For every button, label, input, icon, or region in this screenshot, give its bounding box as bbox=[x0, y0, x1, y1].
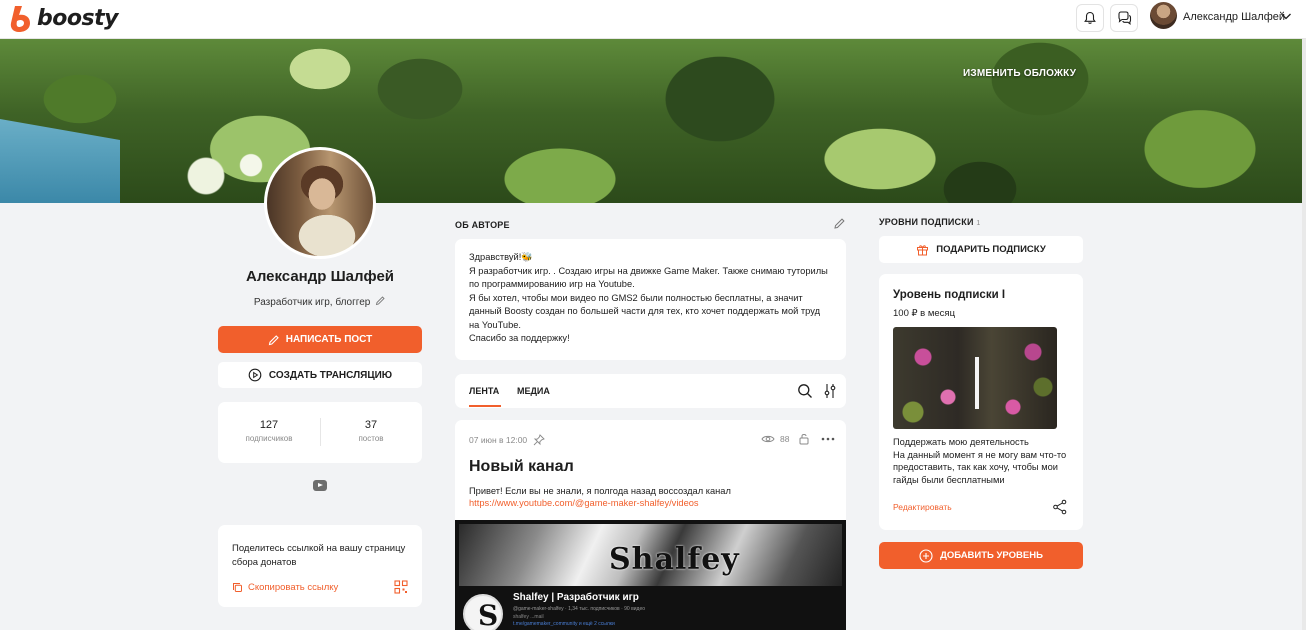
level-description: Поддержать мою деятельность На данный мо… bbox=[893, 436, 1073, 486]
channel-brand: Shalfey bbox=[609, 542, 740, 577]
boosty-logo[interactable]: boosty bbox=[8, 5, 118, 32]
qr-code-icon[interactable] bbox=[394, 580, 408, 594]
about-line-greeting: Здравствуй!🐝 bbox=[469, 252, 533, 262]
profile-stats: 127 подписчиков 37 постов bbox=[218, 402, 422, 463]
edit-pencil-icon[interactable] bbox=[375, 295, 386, 306]
post-date-text: 07 июн в 12:00 bbox=[469, 435, 528, 445]
copy-icon bbox=[233, 583, 242, 592]
profile-name: Александр Шалфей bbox=[245, 268, 395, 285]
gift-icon bbox=[917, 245, 929, 256]
channel-banner: Shalfey bbox=[459, 524, 842, 586]
chat-icon bbox=[1117, 11, 1131, 25]
profile-role: Разработчик игр, блоггер bbox=[218, 295, 422, 308]
logo-text: boosty bbox=[37, 6, 118, 31]
post-date: 07 июн в 12:00 bbox=[469, 434, 545, 446]
share-link-text: Поделитесь ссылкой на вашу страницу сбор… bbox=[232, 543, 406, 568]
subscribers-label: подписчиков bbox=[245, 434, 293, 443]
about-card: Здравствуй!🐝 Я разработчик игр. . Создаю… bbox=[455, 239, 846, 360]
bell-icon bbox=[1084, 11, 1096, 24]
gift-subscription-label: ПОДАРИТЬ ПОДПИСКУ bbox=[936, 244, 1046, 255]
gift-subscription-button[interactable]: ПОДАРИТЬ ПОДПИСКУ bbox=[879, 236, 1083, 263]
level-title: Уровень подписки I bbox=[893, 289, 1006, 301]
page-scrollbar[interactable] bbox=[1302, 39, 1306, 630]
post-title[interactable]: Новый канал bbox=[469, 458, 574, 476]
plus-circle-icon bbox=[919, 548, 933, 563]
search-icon[interactable] bbox=[797, 383, 813, 399]
level-desc-line-2: На данный момент я не могу вам что-то пр… bbox=[893, 449, 1067, 485]
post-text: Привет! Если вы не знали, я полгода наза… bbox=[469, 486, 731, 496]
about-line-purpose: Я бы хотел, чтобы мои видео по GMS2 были… bbox=[469, 292, 820, 330]
tab-feed[interactable]: ЛЕНТА bbox=[469, 386, 499, 396]
post-link[interactable]: https://www.youtube.com/@game-maker-shal… bbox=[469, 498, 699, 508]
profile-role-text: Разработчик игр, блоггер bbox=[253, 297, 371, 308]
channel-link: t.me/gamemaker_community и ещё 2 ссылки bbox=[513, 621, 615, 627]
profile-avatar[interactable] bbox=[264, 147, 376, 259]
tab-media[interactable]: МЕДИА bbox=[517, 386, 550, 396]
create-stream-label: СОЗДАТЬ ТРАНСЛЯЦИЮ bbox=[268, 369, 393, 381]
add-level-label: ДОБАВИТЬ УРОВЕНЬ bbox=[940, 550, 1043, 561]
level-image bbox=[893, 327, 1057, 429]
subscribers-count: 127 bbox=[259, 419, 279, 431]
edit-level-link[interactable]: Редактировать bbox=[893, 502, 952, 512]
copy-link-label: Скопировать ссылку bbox=[248, 582, 339, 593]
create-stream-button[interactable]: СОЗДАТЬ ТРАНСЛЯЦИЮ bbox=[218, 362, 422, 388]
posts-stat[interactable]: 37 постов bbox=[320, 419, 422, 443]
lock-icon bbox=[799, 434, 809, 445]
about-line-intro: Я разработчик игр. . Создаю игры на движ… bbox=[469, 265, 828, 290]
write-post-button[interactable]: НАПИСАТЬ ПОСТ bbox=[218, 326, 422, 353]
channel-avatar-letter: S bbox=[478, 599, 499, 630]
about-text: Здравствуй!🐝 Я разработчик игр. . Создаю… bbox=[469, 251, 829, 346]
levels-title: УРОВНИ ПОДПИСКИ 1 bbox=[879, 217, 980, 227]
post-views: 88 bbox=[780, 433, 790, 444]
boosty-logo-icon bbox=[10, 6, 30, 32]
feed-tabs: ЛЕНТА МЕДИА bbox=[455, 374, 846, 408]
subscription-level-card: Уровень подписки I 100 ₽ в месяц Поддерж… bbox=[879, 274, 1083, 530]
copy-link-button[interactable]: Скопировать ссылку bbox=[232, 582, 338, 593]
levels-title-text: УРОВНИ ПОДПИСКИ bbox=[879, 217, 974, 227]
share-link-card: Поделитесь ссылкой на вашу страницу сбор… bbox=[218, 525, 422, 607]
post-card: 07 июн в 12:00 88 Новый канал Привет! Ес… bbox=[455, 420, 846, 630]
pin-icon[interactable] bbox=[533, 434, 545, 446]
level-price: 100 ₽ в месяц bbox=[893, 308, 956, 319]
messages-button[interactable] bbox=[1110, 4, 1138, 32]
change-cover-button[interactable]: ИЗМЕНИТЬ ОБЛОЖКУ bbox=[963, 68, 1076, 79]
level-image-bar bbox=[975, 357, 979, 409]
more-options-icon[interactable] bbox=[821, 436, 835, 442]
about-title: ОБ АВТОРЕ bbox=[455, 220, 510, 230]
pencil-icon bbox=[268, 334, 279, 345]
top-bar: boosty Александр Шалфей bbox=[0, 0, 1306, 39]
user-avatar[interactable] bbox=[1150, 2, 1177, 29]
subscribers-stat[interactable]: 127 подписчиков bbox=[218, 419, 320, 443]
eye-icon bbox=[761, 435, 775, 442]
chevron-down-icon[interactable] bbox=[1279, 9, 1293, 23]
about-line-thanks: Спасибо за поддержку! bbox=[469, 333, 570, 343]
channel-name: Shalfey | Разработчик игр bbox=[513, 592, 639, 603]
tab-active-indicator bbox=[469, 405, 501, 407]
notifications-button[interactable] bbox=[1076, 4, 1104, 32]
youtube-icon[interactable] bbox=[313, 480, 327, 491]
cover-sea-decoration bbox=[0, 119, 120, 203]
play-circle-icon bbox=[248, 368, 262, 382]
channel-desc: shalfey ...mail bbox=[513, 614, 544, 620]
cover-image: ИЗМЕНИТЬ ОБЛОЖКУ bbox=[0, 39, 1302, 203]
posts-count: 37 bbox=[364, 419, 378, 431]
add-level-button[interactable]: ДОБАВИТЬ УРОВЕНЬ bbox=[879, 542, 1083, 569]
write-post-label: НАПИСАТЬ ПОСТ bbox=[285, 334, 373, 345]
share-icon[interactable] bbox=[1052, 499, 1068, 515]
post-meta: 88 bbox=[761, 432, 835, 445]
levels-count: 1 bbox=[976, 220, 981, 227]
filter-icon[interactable] bbox=[823, 383, 837, 399]
posts-label: постов bbox=[358, 434, 384, 443]
level-desc-line-1: Поддержать мою деятельность bbox=[893, 437, 1029, 447]
user-name[interactable]: Александр Шалфей bbox=[1183, 11, 1285, 23]
edit-about-icon[interactable] bbox=[833, 217, 846, 230]
channel-avatar: S bbox=[463, 594, 503, 630]
channel-meta: @game-maker-shalfey · 1,34 тыс. подписчи… bbox=[513, 606, 646, 612]
post-image[interactable]: Shalfey S Shalfey | Разработчик игр @gam… bbox=[455, 520, 846, 630]
